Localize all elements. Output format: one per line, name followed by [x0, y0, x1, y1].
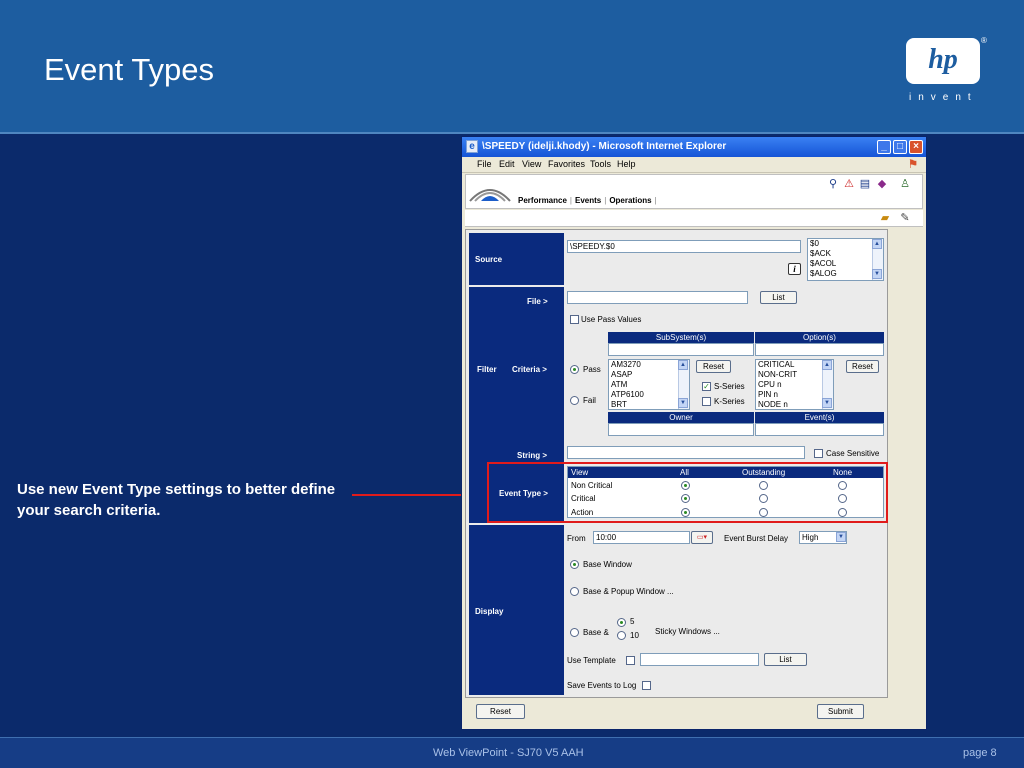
minimize-button[interactable]: _	[877, 140, 891, 154]
scroll-down-icon[interactable]: ▼	[872, 269, 882, 279]
tab-performance[interactable]: Performance	[518, 196, 567, 205]
app-logo-icon	[469, 189, 511, 202]
browser-window: e \SPEEDY (idelji.khody) - Microsoft Int…	[461, 136, 927, 730]
display-label: Display	[475, 607, 504, 616]
events-header: Event(s)	[755, 412, 884, 423]
window-title: \SPEEDY (idelji.khody) - Microsoft Inter…	[482, 141, 727, 152]
hp-logo-text: hp	[928, 44, 958, 75]
base-popup-label: Base & Popup Window ...	[583, 587, 674, 596]
tab-events[interactable]: Events	[575, 196, 601, 205]
use-pass-values-label: Use Pass Values	[581, 315, 642, 324]
base-and-label: Base &	[583, 628, 609, 637]
calendar-dropdown-icon[interactable]: ▭▾	[691, 531, 713, 544]
options-filter-input[interactable]	[755, 343, 884, 356]
base-window-radio[interactable]	[570, 560, 579, 569]
submit-button[interactable]: Submit	[817, 704, 864, 719]
subsystems-filter-input[interactable]	[608, 343, 754, 356]
print-icon[interactable]: ▤	[858, 177, 872, 191]
from-input[interactable]: 10:00	[593, 531, 690, 544]
case-sensitive-checkbox[interactable]	[814, 449, 823, 458]
sticky-5-label: 5	[630, 617, 635, 626]
scroll-up-icon[interactable]: ▲	[678, 360, 688, 370]
options-reset-button[interactable]: Reset	[846, 360, 879, 373]
hp-tagline: invent	[909, 92, 978, 103]
string-label: String >	[517, 451, 548, 460]
case-sensitive-label: Case Sensitive	[826, 449, 880, 458]
menu-help[interactable]: Help	[617, 159, 636, 169]
info-icon[interactable]: i	[788, 263, 801, 275]
events-input[interactable]	[755, 423, 884, 436]
subsystems-header: SubSystem(s)	[608, 332, 754, 343]
source-input[interactable]: \SPEEDY.$0	[567, 240, 801, 253]
callout-text: Use new Event Type settings to better de…	[17, 481, 336, 519]
menu-favorites[interactable]: Favorites	[548, 159, 585, 169]
windows-flag-icon: ⚑	[907, 157, 919, 171]
base-window-label: Base Window	[583, 560, 632, 569]
s-series-label: S-Series	[714, 382, 745, 391]
template-input[interactable]	[640, 653, 759, 666]
pass-label: Pass	[583, 365, 601, 374]
menu-edit[interactable]: Edit	[499, 159, 515, 169]
tab-separator: |	[654, 196, 657, 205]
slide-title: Event Types	[44, 52, 215, 87]
pass-radio[interactable]	[570, 365, 579, 374]
app-tabs: Performance | Events | Operations |	[518, 196, 660, 205]
menu-file[interactable]: File	[477, 159, 492, 169]
use-template-label: Use Template	[567, 656, 616, 665]
fail-radio[interactable]	[570, 396, 579, 405]
event-type-highlight-box	[487, 462, 888, 523]
use-template-checkbox[interactable]	[626, 656, 635, 665]
base-popup-radio[interactable]	[570, 587, 579, 596]
reset-button[interactable]: Reset	[476, 704, 525, 719]
options-header: Option(s)	[755, 332, 884, 343]
search-icon[interactable]: ⚲	[826, 177, 840, 191]
page-number: page 8	[963, 747, 997, 759]
scroll-down-icon[interactable]: ▼	[678, 398, 688, 408]
alerts-icon[interactable]: ⚠	[842, 177, 856, 191]
save-events-label: Save Events to Log	[567, 681, 637, 690]
book-icon[interactable]: ◆	[875, 177, 889, 191]
subsystems-reset-button[interactable]: Reset	[696, 360, 731, 373]
template-list-button[interactable]: List	[764, 653, 807, 666]
use-pass-values-checkbox[interactable]	[570, 315, 579, 324]
folder-icon[interactable]: ▰	[878, 211, 892, 225]
secondary-toolbar	[465, 210, 923, 227]
base-sticky-radio[interactable]	[570, 628, 579, 637]
file-label: File >	[527, 297, 548, 306]
file-input[interactable]	[567, 291, 748, 304]
help-book-icon[interactable]: ✎	[898, 211, 912, 225]
string-input[interactable]	[567, 446, 805, 459]
source-label: Source	[475, 255, 503, 264]
user-icon[interactable]: ♙	[898, 177, 912, 191]
burst-delay-label: Event Burst Delay	[724, 534, 789, 543]
maximize-button[interactable]: □	[893, 140, 907, 154]
k-series-label: K-Series	[714, 397, 745, 406]
chevron-down-icon[interactable]: ▼	[836, 532, 846, 542]
sticky-windows-label: Sticky Windows ...	[655, 627, 720, 636]
owner-input[interactable]	[608, 423, 754, 436]
tab-operations[interactable]: Operations	[609, 196, 651, 205]
fail-label: Fail	[583, 396, 596, 405]
save-events-checkbox[interactable]	[642, 681, 651, 690]
filter-label: Filter	[477, 365, 497, 374]
footer-text: Web ViewPoint - SJ70 V5 AAH	[433, 747, 584, 759]
close-button[interactable]: ×	[909, 140, 923, 154]
scroll-up-icon[interactable]: ▲	[872, 239, 882, 249]
scroll-down-icon[interactable]: ▼	[822, 398, 832, 408]
menu-view[interactable]: View	[522, 159, 541, 169]
sticky-10-radio[interactable]	[617, 631, 626, 640]
hp-logo-registered: ®	[981, 36, 987, 45]
owner-header: Owner	[608, 412, 754, 423]
k-series-checkbox[interactable]	[702, 397, 711, 406]
from-label: From	[567, 534, 586, 543]
tab-separator: |	[569, 196, 572, 205]
sticky-10-label: 10	[630, 631, 639, 640]
s-series-checkbox[interactable]: ✓	[702, 382, 711, 391]
ie-icon: e	[466, 140, 478, 153]
scroll-up-icon[interactable]: ▲	[822, 360, 832, 370]
menu-tools[interactable]: Tools	[590, 159, 611, 169]
criteria-label: Criteria >	[512, 365, 547, 374]
file-list-button[interactable]: List	[760, 291, 797, 304]
sticky-5-radio[interactable]	[617, 618, 626, 627]
